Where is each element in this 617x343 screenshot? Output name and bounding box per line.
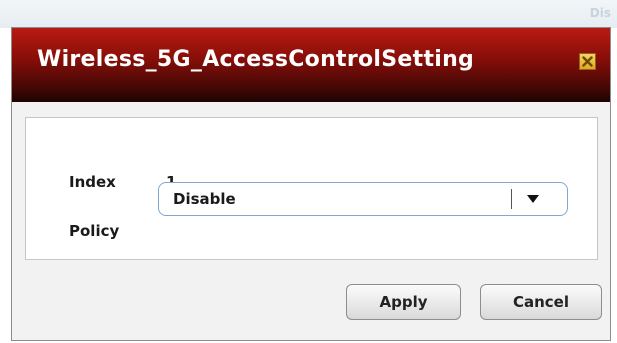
select-divider bbox=[511, 189, 512, 209]
policy-select-value: Disable bbox=[173, 190, 236, 208]
background-faded-text: Dis bbox=[589, 6, 611, 20]
dialog-title: Wireless_5G_AccessControlSetting bbox=[37, 47, 475, 72]
index-label: Index bbox=[69, 173, 116, 191]
access-control-dialog: Wireless_5G_AccessControlSetting Index 1… bbox=[11, 27, 611, 341]
chevron-down-icon[interactable] bbox=[524, 192, 542, 206]
cancel-button[interactable]: Cancel bbox=[480, 284, 602, 320]
dialog-title-bar[interactable]: Wireless_5G_AccessControlSetting bbox=[12, 28, 610, 102]
background-header: Dis bbox=[0, 0, 617, 28]
apply-button[interactable]: Apply bbox=[346, 284, 461, 320]
close-icon bbox=[582, 56, 593, 67]
close-button[interactable] bbox=[579, 53, 596, 70]
policy-label: Policy bbox=[69, 222, 120, 240]
policy-select[interactable]: Disable bbox=[158, 182, 568, 216]
